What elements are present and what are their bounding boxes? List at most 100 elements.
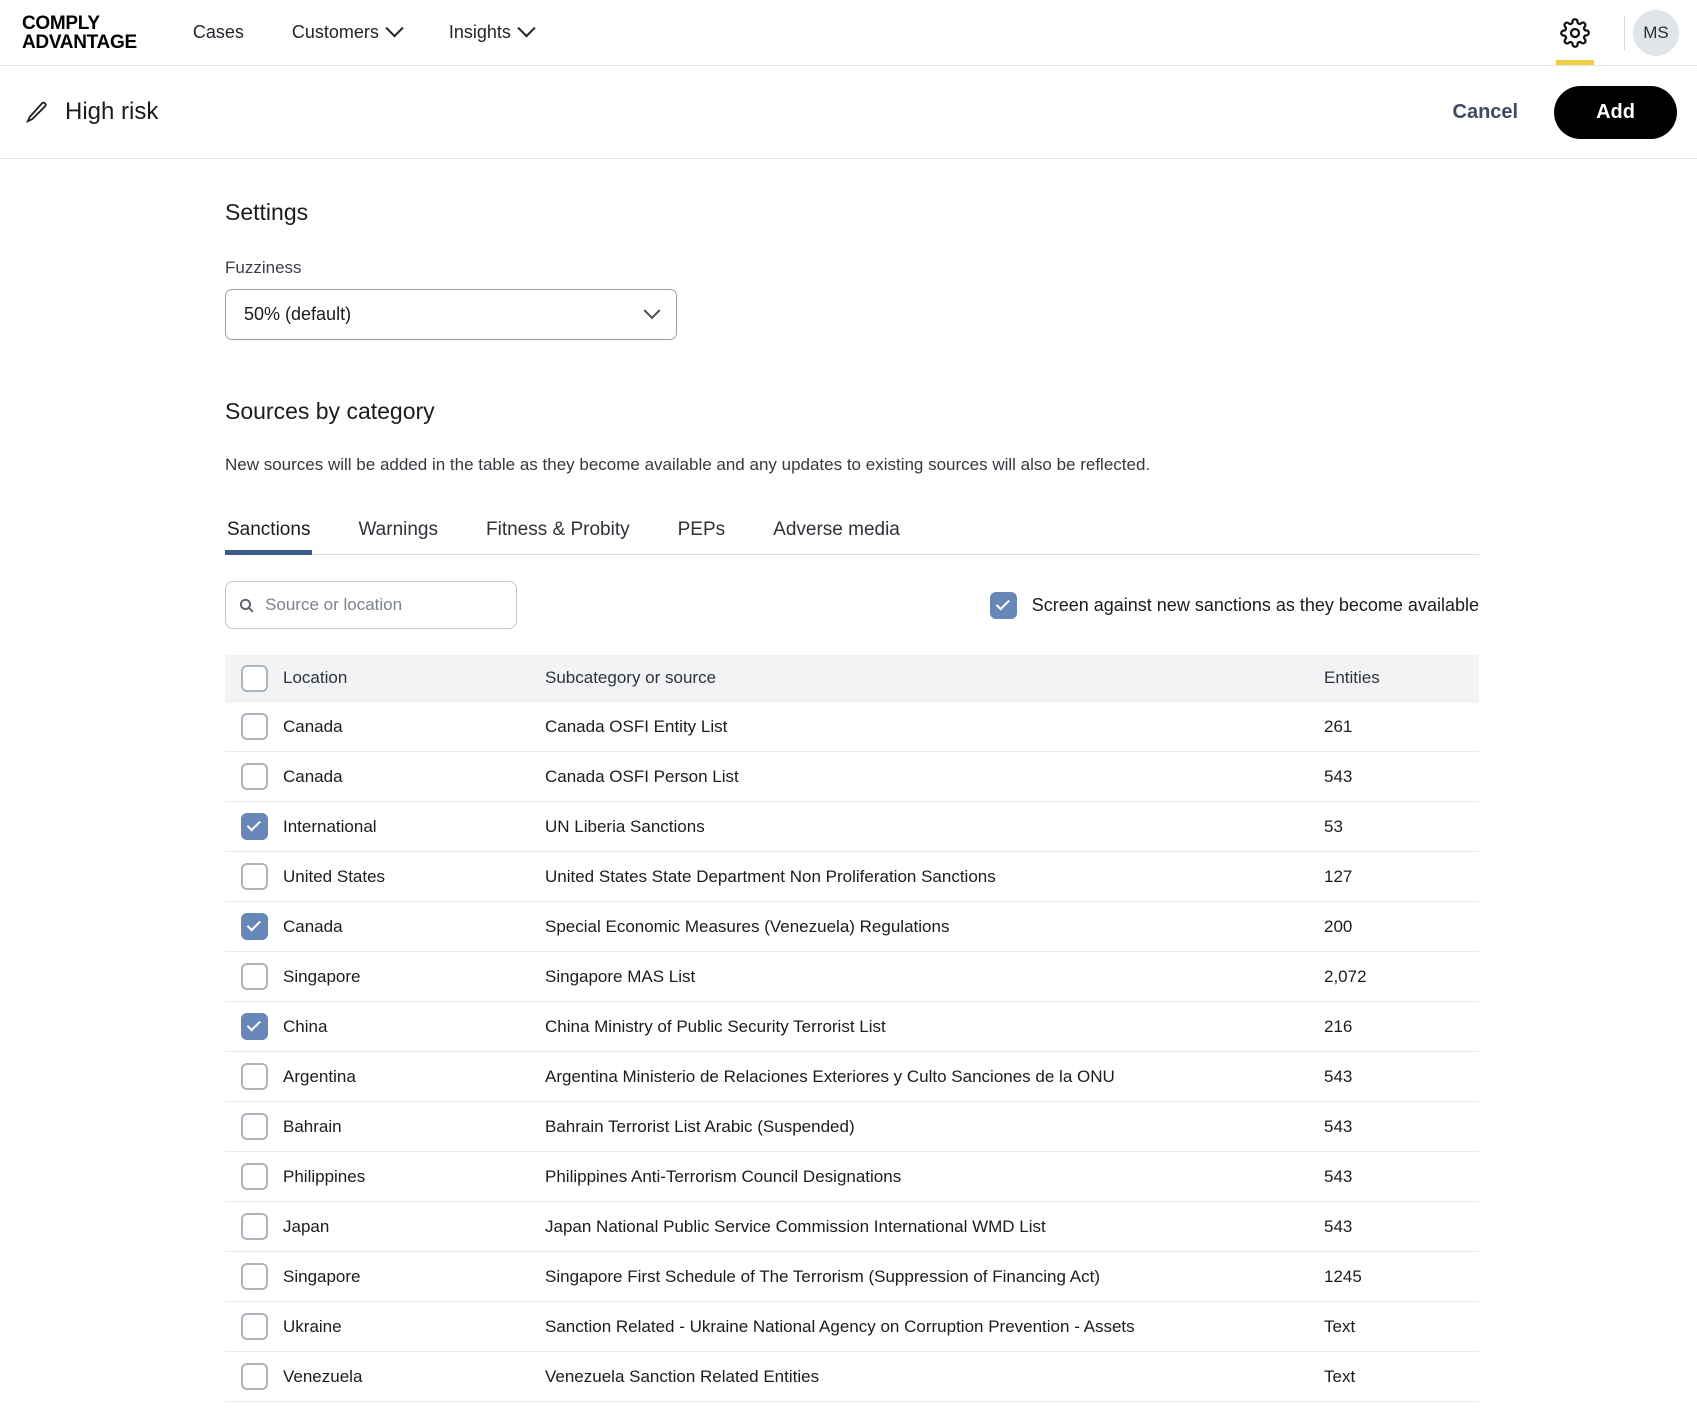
add-button[interactable]: Add — [1554, 85, 1677, 139]
cell-subcategory: Philippines Anti-Terrorism Council Desig… — [545, 1166, 902, 1186]
cell-location: Singapore — [283, 966, 361, 986]
cell-location: Canada — [283, 916, 343, 936]
row-select-checkbox[interactable] — [241, 1163, 268, 1190]
cell-location: Bahrain — [283, 1116, 342, 1136]
tab-fitness-probity[interactable]: Fitness & Probity — [484, 519, 632, 554]
row-select-checkbox[interactable] — [241, 1013, 268, 1040]
table-row[interactable]: Bahrain Bahrain Terrorist List Arabic (Su… — [225, 1102, 1479, 1152]
cell-location: Argentina — [283, 1066, 356, 1086]
cancel-button[interactable]: Cancel — [1447, 93, 1525, 132]
table-row[interactable]: Canada Special Economic Measures (Venezue… — [225, 902, 1479, 952]
search-box[interactable] — [225, 581, 517, 629]
row-select-cell — [225, 1313, 283, 1340]
table-row[interactable]: Philippines Philippines Anti-Terrorism Co… — [225, 1152, 1479, 1202]
tab-peps[interactable]: PEPs — [676, 519, 728, 554]
cell-subcategory: Japan National Public Service Commission… — [545, 1216, 1046, 1236]
table-row[interactable]: Argentina Argentina Ministerio de Relacio… — [225, 1052, 1479, 1102]
nav-item-insights[interactable]: Insights — [447, 16, 536, 49]
sources-heading: Sources by category — [225, 398, 435, 424]
row-select-checkbox[interactable] — [241, 1263, 268, 1290]
row-select-cell — [225, 1163, 283, 1190]
screen-new-sanctions-toggle[interactable]: Screen against new sanctions as they bec… — [989, 591, 1479, 619]
cell-entities: 543 — [1324, 1116, 1353, 1136]
nav-item-cases[interactable]: Cases — [191, 16, 246, 49]
cell-entities: 543 — [1324, 1166, 1353, 1186]
settings-nav-button[interactable] — [1534, 0, 1616, 65]
sources-table: Location Subcategory or source Entities … — [225, 655, 1479, 1402]
table-row[interactable]: Canada Canada OSFI Entity List 261 — [225, 702, 1479, 752]
category-tabs: Sanctions Warnings Fitness & Probity PEP… — [225, 519, 1479, 555]
row-select-checkbox[interactable] — [241, 1113, 268, 1140]
tab-sanctions[interactable]: Sanctions — [225, 519, 313, 555]
row-select-cell — [225, 713, 283, 740]
check-icon — [995, 595, 1010, 610]
fuzziness-label: Fuzziness — [225, 258, 302, 277]
table-row[interactable]: Japan Japan National Public Service Commi… — [225, 1202, 1479, 1252]
cell-entities: Text — [1324, 1366, 1356, 1386]
tab-adverse-media[interactable]: Adverse media — [771, 519, 902, 554]
table-row[interactable]: Venezuela Venezuela Sanction Related Enti… — [225, 1352, 1479, 1402]
select-all-checkbox[interactable] — [241, 664, 268, 692]
row-select-cell — [225, 913, 283, 940]
cell-subcategory: UN Liberia Sanctions — [545, 816, 705, 836]
search-icon — [239, 598, 254, 613]
cell-entities: 216 — [1324, 1016, 1353, 1036]
table-row[interactable]: United States United States State Departm… — [225, 852, 1479, 902]
cell-subcategory: Singapore First Schedule of The Terroris… — [545, 1266, 1100, 1286]
cell-location: China — [283, 1016, 328, 1036]
row-select-cell — [225, 763, 283, 790]
cell-location: Canada — [283, 766, 343, 786]
row-select-cell — [225, 1263, 283, 1290]
table-filter-row: Screen against new sanctions as they bec… — [225, 581, 1479, 629]
row-select-cell — [225, 1363, 283, 1390]
search-input[interactable] — [265, 595, 504, 615]
row-select-cell — [225, 963, 283, 990]
cell-entities: 543 — [1324, 1066, 1353, 1086]
cell-subcategory: United States State Department Non Proli… — [545, 866, 996, 886]
table-row[interactable]: International UN Liberia Sanctions 53 — [225, 802, 1479, 852]
column-header-subcategory: Subcategory or source — [545, 668, 717, 687]
screen-new-sanctions-checkbox[interactable] — [989, 591, 1017, 619]
row-select-checkbox[interactable] — [241, 813, 268, 840]
divider — [1624, 15, 1625, 50]
table-row[interactable]: Singapore Singapore First Schedule of The… — [225, 1252, 1479, 1302]
cell-location: Japan — [283, 1216, 330, 1236]
page-actions: Cancel Add — [1447, 85, 1677, 139]
cell-entities: 543 — [1324, 766, 1353, 786]
fuzziness-field: Fuzziness 50% (default) — [225, 258, 1697, 340]
cell-entities: 2,072 — [1324, 966, 1367, 986]
nav-item-customers[interactable]: Customers — [290, 16, 404, 49]
cell-subcategory: Sanction Related - Ukraine National Agen… — [545, 1316, 1135, 1336]
row-select-checkbox[interactable] — [241, 1313, 268, 1340]
row-select-checkbox[interactable] — [241, 863, 268, 890]
table-row[interactable]: China China Ministry of Public Security T… — [225, 1002, 1479, 1052]
row-select-checkbox[interactable] — [241, 763, 268, 790]
pencil-icon[interactable] — [24, 99, 50, 125]
avatar[interactable]: MS — [1633, 9, 1679, 56]
chevron-down-icon — [385, 19, 404, 38]
table-row[interactable]: Canada Canada OSFI Person List 543 — [225, 752, 1479, 802]
top-navigation-bar: COMPLY ADVANTAGE Cases Customers Insight… — [0, 0, 1697, 66]
fuzziness-selected-value: 50% (default) — [244, 304, 352, 324]
brand-logo[interactable]: COMPLY ADVANTAGE — [22, 14, 137, 52]
page-subheader: High risk Cancel Add — [0, 66, 1697, 159]
active-tab-indicator — [1556, 60, 1594, 65]
cell-subcategory: Singapore MAS List — [545, 966, 696, 986]
cell-location: Singapore — [283, 1266, 361, 1286]
column-header-entities: Entities — [1324, 668, 1380, 687]
row-select-checkbox[interactable] — [241, 963, 268, 990]
cell-subcategory: Special Economic Measures (Venezuela) Re… — [545, 916, 950, 936]
row-select-checkbox[interactable] — [241, 713, 268, 740]
settings-heading: Settings — [225, 199, 309, 225]
row-select-checkbox[interactable] — [241, 1063, 268, 1090]
fuzziness-select[interactable]: 50% (default) — [225, 289, 677, 340]
tab-warnings[interactable]: Warnings — [356, 519, 440, 554]
check-icon — [246, 817, 261, 832]
table-body: Canada Canada OSFI Entity List 261 Canada Ca… — [225, 702, 1479, 1402]
row-select-checkbox[interactable] — [241, 1363, 268, 1390]
table-row[interactable]: Ukraine Sanction Related - Ukraine Nation… — [225, 1302, 1479, 1352]
row-select-checkbox[interactable] — [241, 913, 268, 940]
row-select-checkbox[interactable] — [241, 1213, 268, 1240]
table-row[interactable]: Singapore Singapore MAS List 2,072 — [225, 952, 1479, 1002]
check-icon — [246, 1017, 261, 1032]
